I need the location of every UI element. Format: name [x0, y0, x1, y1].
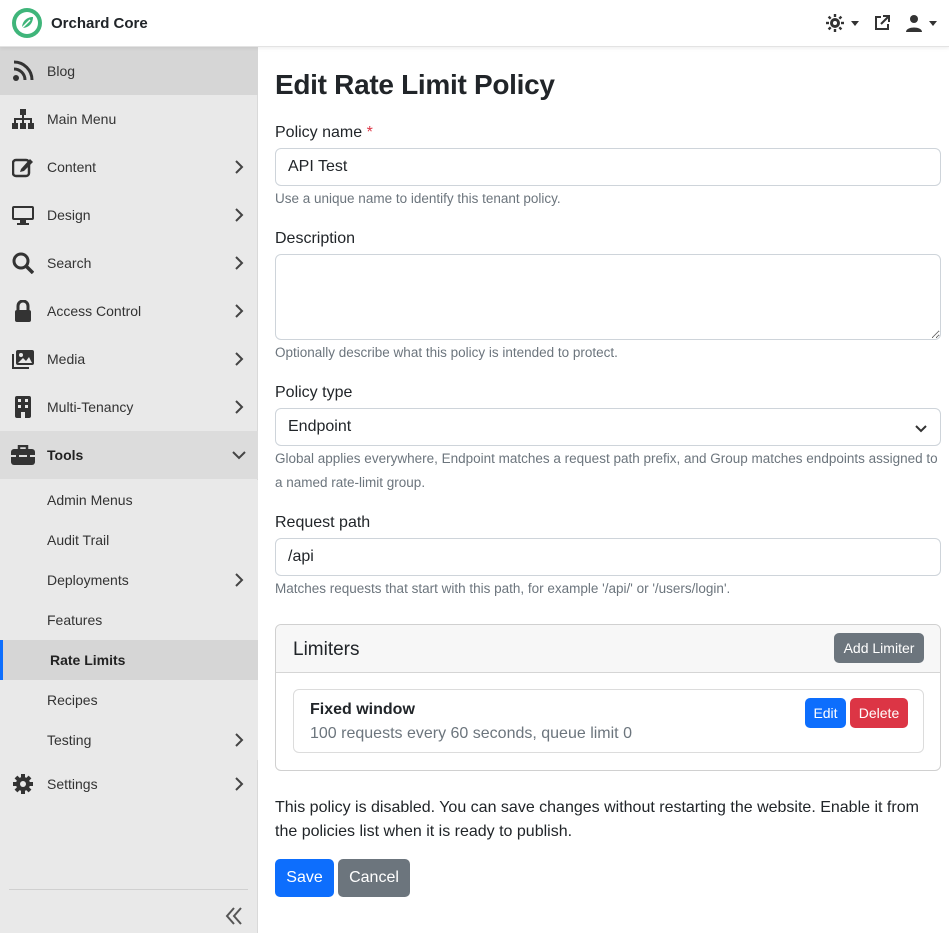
toolbox-icon [11, 443, 35, 467]
sidebar-item-label: Search [47, 255, 92, 271]
sidebar-item-label: Tools [47, 447, 84, 463]
delete-limiter-button[interactable]: Delete [850, 698, 908, 728]
add-limiter-button[interactable]: Add Limiter [834, 633, 924, 663]
top-bar: Orchard Core [0, 0, 949, 47]
description-label: Description [275, 230, 356, 247]
request-path-input[interactable] [275, 538, 941, 576]
monitor-icon [11, 203, 35, 227]
limiter-item: Fixed window 100 requests every 60 secon… [293, 689, 924, 753]
sidebar-subitem-label: Admin Menus [47, 492, 133, 508]
chevron-right-icon [235, 777, 244, 791]
description-textarea[interactable] [275, 254, 941, 340]
limiter-description: 100 requests every 60 seconds, queue lim… [310, 725, 632, 742]
sidebar-item-label: Media [47, 351, 86, 367]
description-help: Optionally describe what this policy is … [275, 345, 618, 360]
sidebar-divider [9, 889, 248, 890]
sidebar-item-media[interactable]: Media [0, 335, 258, 383]
sidebar-item-label: Access Control [47, 303, 142, 319]
collapse-sidebar-icon[interactable] [222, 904, 246, 928]
limiter-name: Fixed window [310, 701, 415, 718]
chevron-right-icon [235, 400, 244, 414]
lock-icon [11, 299, 35, 323]
external-link-icon [875, 15, 890, 30]
chevron-right-icon [235, 160, 244, 174]
sidebar: Blog Main Menu Content Design Search Acc… [0, 47, 258, 933]
disabled-notice: This policy is disabled. You can save ch… [275, 799, 919, 840]
chevron-right-icon [235, 256, 244, 270]
policy-type-help: Global applies everywhere, Endpoint matc… [275, 451, 938, 490]
sidebar-subitem-features[interactable]: Features [0, 600, 258, 640]
cancel-button[interactable]: Cancel [338, 859, 410, 897]
brand[interactable]: Orchard Core [11, 7, 148, 39]
limiters-card-header: Limiters Add Limiter [276, 625, 940, 673]
limiters-title: Limiters [293, 639, 360, 660]
sidebar-item-label: Blog [47, 63, 76, 79]
required-mark: * [366, 124, 373, 141]
sidebar-subitem-label: Audit Trail [47, 532, 110, 548]
sidebar-subitem-label: Recipes [47, 692, 98, 708]
request-path-label: Request path [275, 514, 371, 531]
sidebar-subitem-admin-menus[interactable]: Admin Menus [0, 480, 258, 520]
sidebar-subitem-testing[interactable]: Testing [0, 720, 258, 760]
rss-icon [11, 59, 35, 83]
visit-site-button[interactable] [873, 14, 891, 32]
sidebar-subitem-recipes[interactable]: Recipes [0, 680, 258, 720]
sidebar-item-label: Main Menu [47, 111, 117, 127]
policy-type-select[interactable]: Endpoint [275, 408, 941, 446]
policy-type-label: Policy type [275, 384, 353, 401]
sitemap-icon [11, 107, 35, 131]
sidebar-subitem-deployments[interactable]: Deployments [0, 560, 258, 600]
sidebar-item-label: Settings [47, 776, 98, 792]
chevron-down-icon [915, 425, 927, 433]
chevron-right-icon [235, 208, 244, 222]
policy-name-label: Policy name * [275, 124, 373, 142]
limiters-card: Limiters Add Limiter Fixed window 100 re… [275, 624, 941, 771]
policy-name-label-text: Policy name [275, 124, 363, 141]
chevron-right-icon [235, 352, 244, 366]
user-menu-button[interactable] [905, 14, 937, 32]
edit-icon [11, 155, 35, 179]
sidebar-item-label: Content [47, 159, 97, 175]
brand-name: Orchard Core [51, 14, 148, 32]
sun-gear-icon [826, 14, 844, 32]
chevron-right-icon [235, 573, 244, 587]
caret-down-icon [929, 20, 937, 26]
sidebar-item-blog[interactable]: Blog [0, 47, 258, 95]
user-icon [906, 15, 922, 32]
sidebar-item-content[interactable]: Content [0, 143, 258, 191]
chevron-right-icon [235, 304, 244, 318]
sidebar-item-main-menu[interactable]: Main Menu [0, 95, 258, 143]
sidebar-item-search[interactable]: Search [0, 239, 258, 287]
images-icon [11, 347, 35, 371]
sidebar-item-access-control[interactable]: Access Control [0, 287, 258, 335]
sidebar-item-multi-tenancy[interactable]: Multi-Tenancy [0, 383, 258, 431]
sidebar-subitem-label: Deployments [47, 572, 129, 588]
policy-name-input[interactable] [275, 148, 941, 186]
sidebar-subitem-label: Testing [47, 732, 92, 748]
building-icon [11, 395, 35, 419]
theme-toggle-button[interactable] [825, 13, 859, 33]
sidebar-subitem-label: Rate Limits [50, 652, 126, 668]
chevron-down-icon [232, 451, 246, 460]
request-path-help: Matches requests that start with this pa… [275, 581, 731, 596]
chevron-right-icon [235, 733, 244, 747]
sidebar-item-settings[interactable]: Settings [0, 760, 258, 808]
sidebar-subitem-audit-trail[interactable]: Audit Trail [0, 520, 258, 560]
orchard-logo-icon [12, 8, 42, 38]
edit-limiter-button[interactable]: Edit [805, 698, 846, 728]
policy-name-help: Use a unique name to identify this tenan… [275, 191, 561, 206]
top-actions [811, 13, 937, 33]
page-title: Edit Rate Limit Policy [275, 69, 555, 100]
sidebar-subitem-rate-limits[interactable]: Rate Limits [0, 640, 258, 680]
sidebar-item-label: Multi-Tenancy [47, 399, 134, 415]
policy-type-selected-value: Endpoint [288, 418, 352, 435]
caret-down-icon [851, 20, 859, 26]
sidebar-item-label: Design [47, 207, 91, 223]
save-button[interactable]: Save [275, 859, 334, 897]
search-icon [11, 251, 35, 275]
sidebar-item-tools[interactable]: Tools [0, 431, 258, 479]
sidebar-item-design[interactable]: Design [0, 191, 258, 239]
gear-icon [11, 772, 35, 796]
sidebar-subitem-label: Features [47, 612, 103, 628]
